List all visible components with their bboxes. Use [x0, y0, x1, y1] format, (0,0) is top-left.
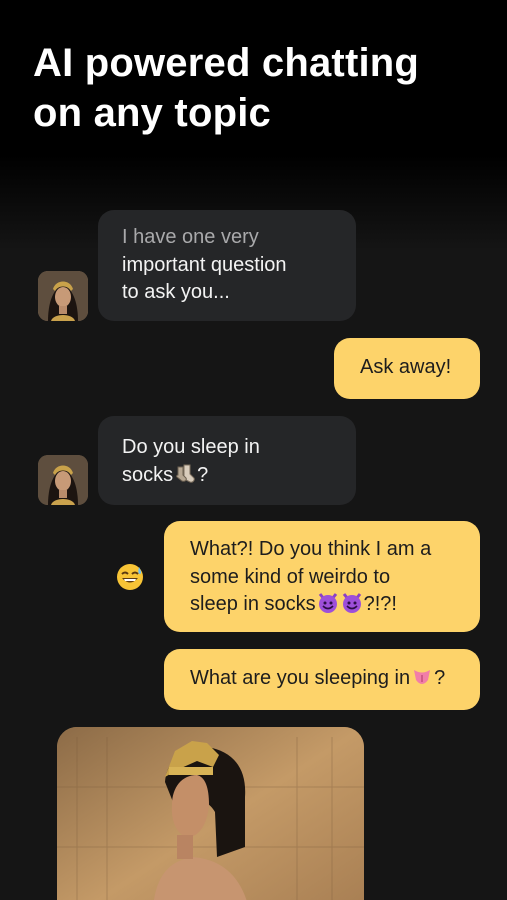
socks-emoji-icon	[174, 463, 196, 494]
message-text-fragment: What are you sleeping in	[190, 667, 411, 689]
message-bubble-ai[interactable]: I have one very important question to as…	[98, 210, 356, 321]
message-text-fragment: ?	[197, 463, 209, 486]
promo-headline: AI powered chatting on any topic	[33, 38, 493, 138]
message-text-fragment: ?	[434, 667, 446, 689]
message-text: socks?	[122, 462, 336, 494]
smiling-devil-emoji-icon	[317, 592, 339, 623]
message-bubble-user[interactable]: What?! Do you think I am a some kind of …	[164, 521, 480, 632]
image-attachment[interactable]	[57, 727, 364, 900]
message-text: What?! Do you think I am a	[190, 538, 432, 560]
message-text-fragment: ?!?!	[363, 593, 397, 615]
message-text-fragment: socks	[122, 463, 174, 486]
ai-avatar[interactable]	[38, 455, 88, 505]
smiling-devil-emoji-icon	[341, 592, 363, 623]
message-text: Ask away!	[360, 356, 452, 378]
message-text: Do you sleep in	[122, 436, 260, 458]
message-text: to ask you...	[122, 281, 230, 303]
message-text: some kind of weirdo to	[190, 565, 391, 588]
message-bubble-ai[interactable]: Do you sleep in socks?	[98, 416, 356, 505]
message-text-fragment: sleep in socks	[190, 593, 316, 615]
chat-screen: AI powered chatting on any topic I have …	[0, 0, 507, 900]
message-bubble-user[interactable]: What are you sleeping in?	[164, 649, 480, 710]
headline-line-1: AI powered chatting	[33, 41, 420, 85]
headline-line-2: on any topic	[33, 91, 271, 135]
message-bubble-user[interactable]: Ask away!	[334, 338, 480, 399]
ai-avatar[interactable]	[38, 271, 88, 321]
message-text: important question	[122, 253, 287, 276]
tongue-emoji-icon	[411, 666, 433, 697]
message-text: I have one very	[122, 226, 259, 248]
message-text: sleep in socks?!?!	[190, 591, 462, 623]
message-text: What are you sleeping in?	[190, 665, 462, 697]
grinning-sweat-emoji-icon	[116, 563, 144, 591]
